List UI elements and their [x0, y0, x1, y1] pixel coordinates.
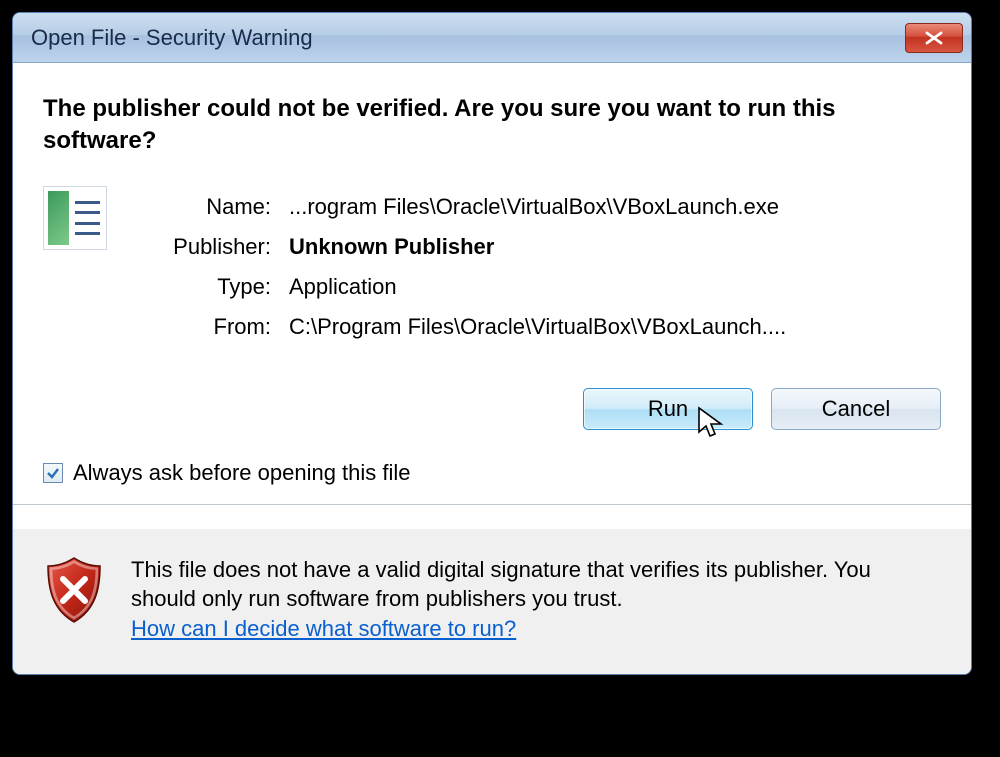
- footer-text-block: This file does not have a valid digital …: [131, 555, 941, 644]
- always-ask-row: Always ask before opening this file: [43, 460, 941, 486]
- cancel-button[interactable]: Cancel: [771, 388, 941, 430]
- security-warning-dialog: Open File - Security Warning The publish…: [12, 12, 972, 675]
- footer: This file does not have a valid digital …: [13, 529, 971, 674]
- always-ask-label: Always ask before opening this file: [73, 460, 411, 486]
- close-icon: [925, 31, 943, 45]
- always-ask-checkbox[interactable]: [43, 463, 63, 483]
- file-info-row: Name: ...rogram Files\Oracle\VirtualBox\…: [43, 186, 941, 348]
- from-label: From:: [139, 308, 279, 346]
- help-link[interactable]: How can I decide what software to run?: [131, 616, 516, 641]
- run-button[interactable]: Run: [583, 388, 753, 430]
- publisher-value: Unknown Publisher: [281, 228, 794, 266]
- type-label: Type:: [139, 268, 279, 306]
- name-label: Name:: [139, 188, 279, 226]
- warning-headline: The publisher could not be verified. Are…: [43, 93, 941, 158]
- footer-message: This file does not have a valid digital …: [131, 557, 871, 612]
- window-title: Open File - Security Warning: [31, 25, 313, 51]
- file-info-table: Name: ...rogram Files\Oracle\VirtualBox\…: [137, 186, 796, 348]
- dialog-content: The publisher could not be verified. Are…: [13, 63, 971, 529]
- checkmark-icon: [46, 466, 60, 480]
- from-value: C:\Program Files\Oracle\VirtualBox\VBoxL…: [281, 308, 794, 346]
- divider: [13, 504, 971, 505]
- application-file-icon: [43, 186, 107, 250]
- type-value: Application: [281, 268, 794, 306]
- publisher-label: Publisher:: [139, 228, 279, 266]
- name-value: ...rogram Files\Oracle\VirtualBox\VBoxLa…: [281, 188, 794, 226]
- close-button[interactable]: [905, 23, 963, 53]
- titlebar[interactable]: Open File - Security Warning: [13, 13, 971, 63]
- shield-warning-icon: [43, 555, 105, 625]
- button-row: Run Cancel: [43, 388, 941, 430]
